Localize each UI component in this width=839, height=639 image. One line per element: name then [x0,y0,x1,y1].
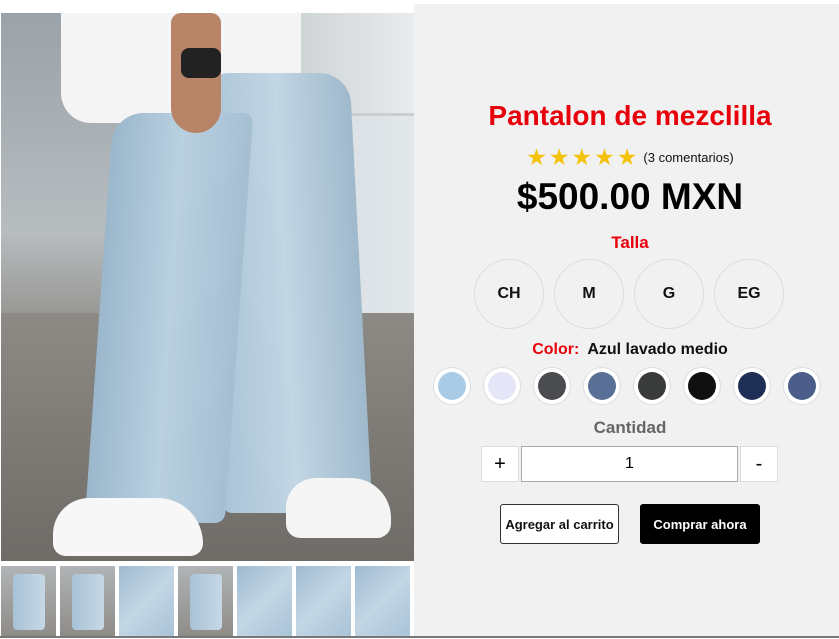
rating: ★ ★ ★ ★ ★ (3 comentarios) [414,145,839,169]
color-row: Color: Azul lavado medio [414,341,839,359]
star-icon: ★ [594,144,615,170]
size-label: Talla [611,233,649,252]
color-swatch[interactable] [683,367,721,405]
thumbnail-2[interactable] [60,566,115,636]
sneaker-left [53,498,203,556]
thumbnail-gallery [1,566,414,636]
selected-color: Azul lavado medio [587,341,728,358]
star-icon: ★ [526,144,547,170]
quantity-increase-button[interactable]: + [481,446,519,482]
thumbnail-4[interactable] [178,566,233,636]
buy-now-button[interactable]: Comprar ahora [640,504,760,544]
color-swatch[interactable] [483,367,521,405]
star-icon: ★ [548,144,570,170]
sneaker-right [286,478,391,538]
jeans-leg-left [84,113,254,523]
quantity-input[interactable] [521,446,738,482]
color-swatch[interactable] [583,367,621,405]
main-product-image [1,13,414,561]
size-option-m[interactable]: M [554,259,624,329]
size-option-ch[interactable]: CH [474,259,544,329]
color-label: Color: [532,341,580,358]
star-icon: ★ [616,144,638,170]
watch [181,48,221,78]
bottom-divider [0,636,839,638]
size-option-g[interactable]: G [634,259,704,329]
thumbnail-5[interactable] [237,566,292,636]
star-icon: ★ [571,144,593,170]
color-swatches [433,367,821,405]
color-swatch[interactable] [433,367,471,405]
thumbnail-7[interactable] [355,566,410,636]
size-option-eg[interactable]: EG [714,259,784,329]
add-to-cart-button[interactable]: Agregar al carrito [500,504,619,544]
quantity-decrease-button[interactable]: - [740,446,778,482]
product-title: Pantalon de mezclilla [488,100,772,131]
thumbnail-1[interactable] [1,566,56,636]
product-price: $500.00 MXN [516,176,744,217]
quantity-label: Cantidad [593,418,667,437]
thumbnail-6[interactable] [296,566,351,636]
color-swatch[interactable] [783,367,821,405]
thumbnail-3[interactable] [119,566,174,636]
size-options: CH M G EG [474,259,784,329]
color-swatch[interactable] [533,367,571,405]
color-swatch[interactable] [733,367,771,405]
color-swatch[interactable] [633,367,671,405]
reviews-link[interactable]: (3 comentarios) [643,150,733,165]
